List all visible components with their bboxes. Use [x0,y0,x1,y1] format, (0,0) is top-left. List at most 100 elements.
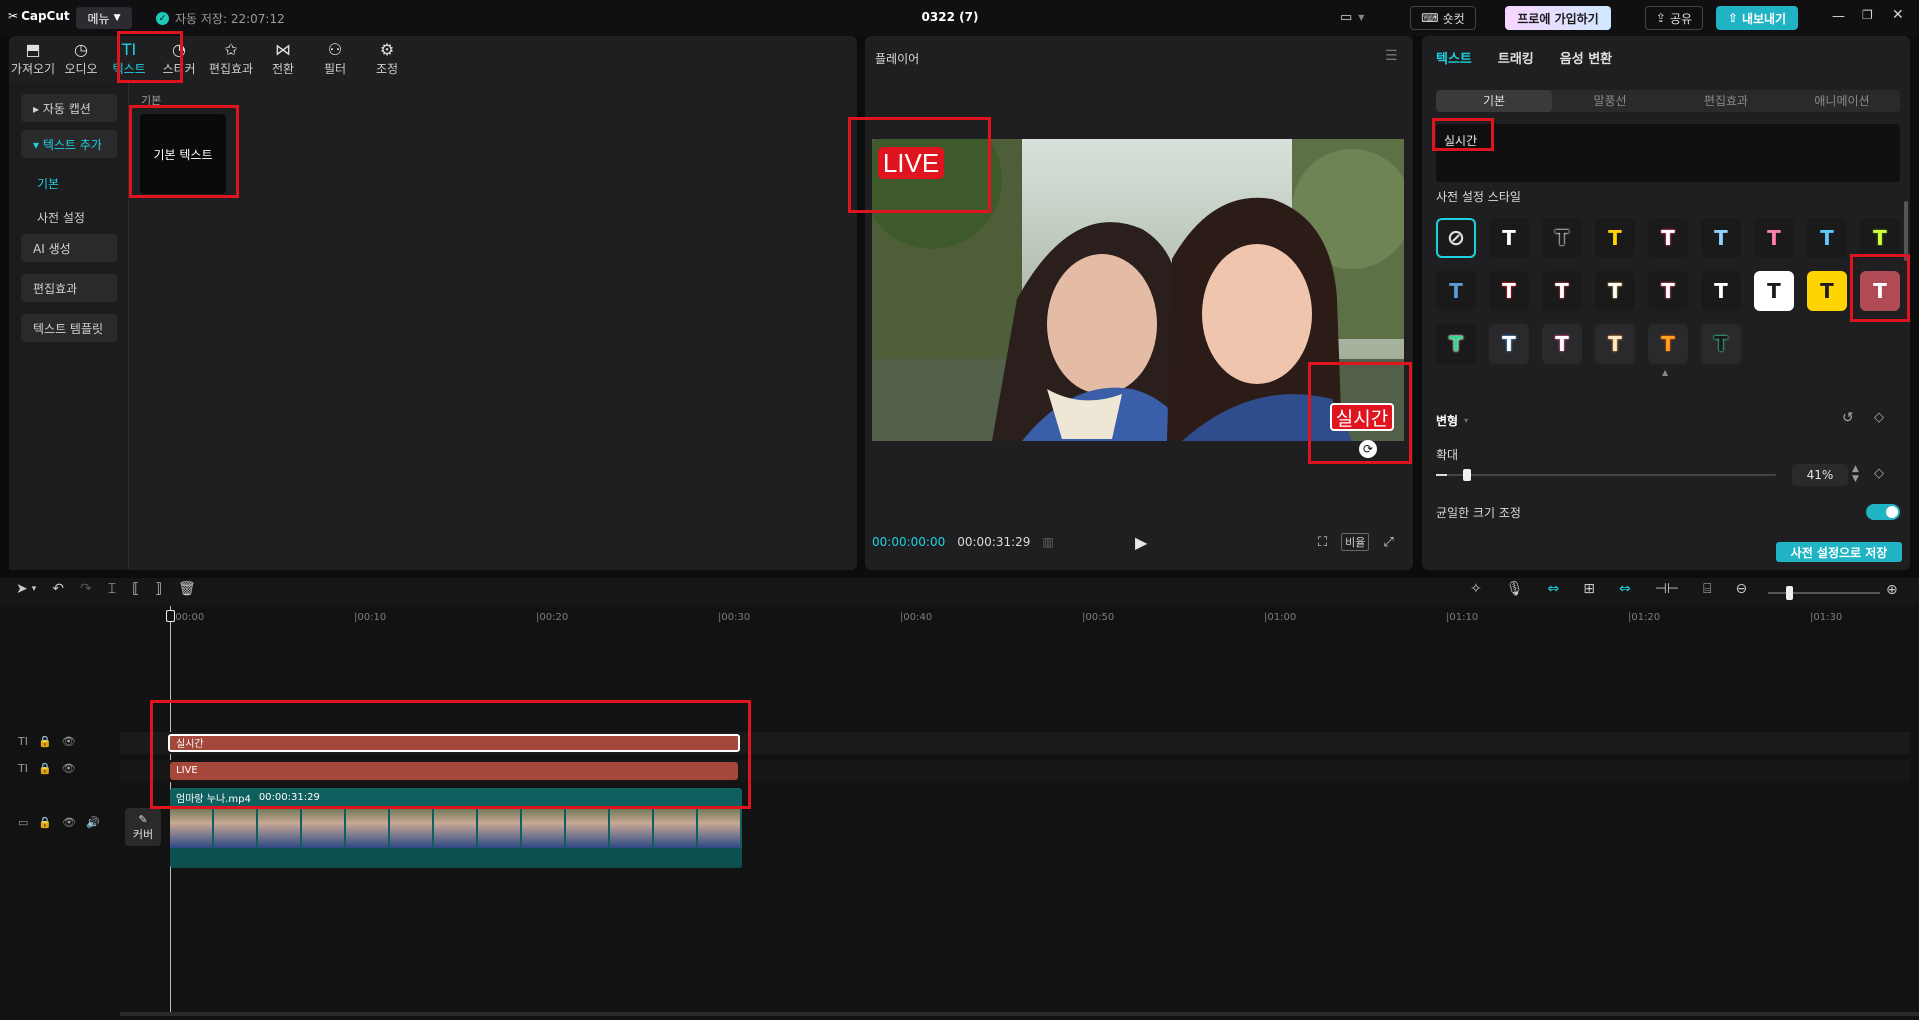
keyframe-icon[interactable]: ◇ [1874,466,1884,481]
scale-slider-thumb[interactable] [1463,469,1472,481]
inspector-tab-0[interactable]: 텍스트 [1436,48,1472,67]
toolbar-audio[interactable]: ◷ 오디오 [57,36,105,82]
reset-icon[interactable]: ↺ [1842,410,1854,426]
play-icon[interactable]: ▶ [1135,533,1147,552]
lock-icon[interactable]: 🔒 [38,735,52,748]
share-button[interactable]: ⇪ 공유 [1645,6,1703,30]
microphone-icon[interactable]: 🎙 [1506,581,1524,597]
toolbar-adjust[interactable]: ⚙ 조정 [361,36,413,82]
sidebar-item-1[interactable]: ▾ 텍스트 추가 [21,130,117,158]
preset-style-11[interactable]: T [1542,271,1582,311]
cursor-icon[interactable]: ➤ [16,581,28,597]
preset-style-13[interactable]: T [1648,271,1688,311]
style-none-icon[interactable]: ⊘ [1436,218,1476,258]
preset-style-16[interactable]: T [1807,271,1847,311]
layout-button[interactable]: ▭ ▼ [1340,10,1364,25]
video-preview[interactable]: LIVE 실시간 [872,139,1404,441]
inspector-subtab-2[interactable]: 편집효과 [1668,90,1784,112]
zoom-slider-thumb[interactable] [1786,586,1793,600]
eye-icon[interactable]: 👁 [62,735,76,748]
toolbar-text[interactable]: TI 텍스트 [105,36,153,82]
preset-style-10[interactable]: T [1489,271,1529,311]
preset-style-15[interactable]: T [1754,271,1794,311]
save-preset-button[interactable]: 사전 설정으로 저장 [1776,542,1902,562]
preset-style-4[interactable]: T [1648,218,1688,258]
lock-icon[interactable]: 🔒 [38,816,52,829]
inspector-subtab-3[interactable]: 애니메이션 [1784,90,1900,112]
link-icon[interactable]: ⊞ [1583,581,1595,597]
time-ruler[interactable]: |00:00 |00:10 |00:20 |00:30 |00:40 |00:50 |01:… [120,606,1919,628]
split-preview-icon[interactable]: ⊣⊢ [1655,581,1679,597]
split-icon[interactable]: ⌶ [108,581,116,597]
inspector-scrollbar[interactable] [1904,201,1908,261]
chevron-down-icon[interactable]: ▾ [1464,416,1468,425]
preview-axis-icon[interactable]: ⌸ [1703,581,1711,597]
sidebar-item-0[interactable]: ▸ 자동 캡션 [21,94,117,122]
preset-style-17[interactable]: T [1860,271,1900,311]
audio-icon[interactable]: 🔊 [86,816,100,829]
lock-icon[interactable]: 🔒 [38,762,52,775]
chevron-down-icon[interactable]: ▾ [32,584,37,594]
toolbar-effects[interactable]: ✩ 편집효과 [205,36,257,82]
keyframe-icon[interactable]: ◇ [1874,410,1884,425]
shortcut-button[interactable]: ⌨ 숏컷 [1410,6,1476,30]
text-clip-live[interactable]: LIVE [170,762,738,780]
ratio-button[interactable]: 비율 [1341,533,1370,551]
toolbar-import[interactable]: ⬒ 가져오기 [9,36,57,82]
cover-button[interactable]: ✎ 커버 [125,808,161,846]
pro-button[interactable]: 프로에 가입하기 [1505,6,1611,30]
undo-icon[interactable]: ↶ [52,581,64,597]
preset-style-7[interactable]: T [1807,218,1847,258]
scale-stepper-icon[interactable]: ▲ ▼ [1852,464,1859,484]
preset-style-19[interactable]: T [1489,324,1529,364]
delete-icon[interactable]: 🗑 [178,581,196,597]
preset-style-14[interactable]: T [1701,271,1741,311]
preset-style-5[interactable]: T [1701,218,1741,258]
uniform-scale-toggle[interactable] [1866,504,1900,520]
ai-magic-icon[interactable]: ✧ [1470,581,1482,597]
inspector-subtab-1[interactable]: 말풍선 [1552,90,1668,112]
preset-style-9[interactable]: T [1436,271,1476,311]
caption-text-overlay[interactable]: 실시간 [1330,403,1394,431]
text-content-field[interactable]: 실시간 [1436,124,1900,182]
toolbar-filter[interactable]: ⚇ 필터 [309,36,361,82]
preset-style-6[interactable]: T [1754,218,1794,258]
sidebar-item2-0[interactable]: AI 생성 [21,234,117,262]
main-track-magnet-icon[interactable]: ⇔ [1548,581,1560,597]
preset-style-22[interactable]: T [1648,324,1688,364]
preset-style-12[interactable]: T [1595,271,1635,311]
snap-icon[interactable]: ⇔ [1619,581,1631,597]
scale-slider[interactable] [1436,469,1776,481]
sidebar-item2-2[interactable]: 텍스트 템플릿 [21,314,117,342]
scale-input[interactable]: 41% [1792,464,1848,486]
export-button[interactable]: ⇧ 내보내기 [1716,6,1798,30]
maximize-icon[interactable]: ❐ [1862,8,1873,22]
preset-style-18[interactable]: T [1436,324,1476,364]
menu-button[interactable]: 메뉴 ▼ [76,7,132,29]
waveform-icon[interactable]: ▥ [1042,535,1053,549]
rotate-handle-icon[interactable]: ⟳ [1359,440,1377,458]
sidebar-subitem-1[interactable]: 사전 설정 [21,200,128,234]
inspector-tab-2[interactable]: 음성 변환 [1560,48,1612,67]
preset-style-20[interactable]: T [1542,324,1582,364]
inspector-subtab-0[interactable]: 기본 [1436,90,1552,112]
timeline-scrollbar[interactable] [120,1012,1919,1016]
toolbar-transition[interactable]: ⋈ 전환 [257,36,309,82]
preset-style-2[interactable]: T [1542,218,1582,258]
inspector-tab-1[interactable]: 트래킹 [1498,48,1534,67]
collapse-icon[interactable]: ▲ [1662,368,1668,377]
live-text-overlay[interactable]: LIVE [878,147,944,179]
default-text-card[interactable]: 기본 텍스트 [140,114,226,194]
sidebar-subitem-0[interactable]: 기본 [21,166,128,200]
preset-style-8[interactable]: T [1860,218,1900,258]
zoom-slider[interactable] [1768,586,1880,600]
text-clip-caption[interactable]: 실시간 [168,734,740,752]
eye-icon[interactable]: 👁 [62,762,76,775]
eye-icon[interactable]: 👁 [62,816,76,829]
zoom-in-icon[interactable]: ⊕ [1886,582,1898,598]
toolbar-sticker[interactable]: ◔ 스티커 [153,36,205,82]
fullscreen-icon[interactable]: ⤢ [1383,535,1393,550]
redo-icon[interactable]: ↷ [80,581,92,597]
preset-style-1[interactable]: T [1489,218,1529,258]
playhead-handle[interactable] [166,610,175,622]
